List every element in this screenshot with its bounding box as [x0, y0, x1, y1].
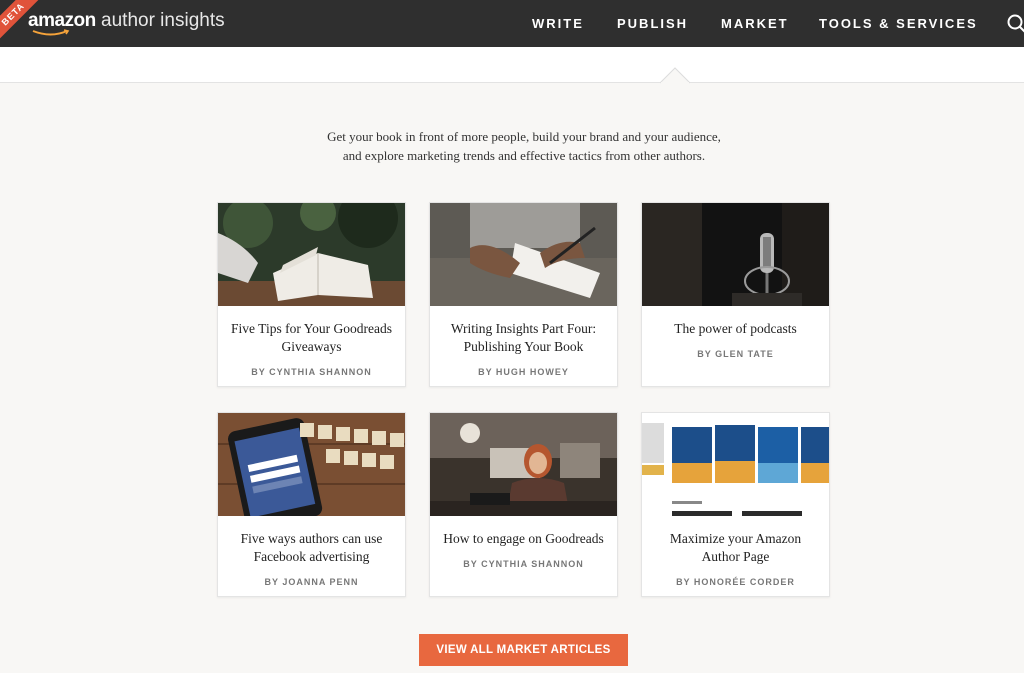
nav-tools-services[interactable]: TOOLS & SERVICES [819, 16, 978, 31]
facebook-phone-photo [218, 413, 405, 516]
section-intro: Get your book in front of more people, b… [0, 127, 1024, 165]
article-card[interactable]: Maximize your Amazon Author Page BY HONO… [641, 412, 830, 597]
nav-publish[interactable]: PUBLISH [617, 16, 688, 31]
woman-laptop-photo [430, 413, 617, 516]
studio-microphone-photo [642, 203, 829, 306]
article-author: BY CYNTHIA SHANNON [251, 367, 372, 377]
intro-line-1: Get your book in front of more people, b… [327, 129, 721, 144]
article-title[interactable]: Five ways authors can use Facebook adver… [226, 530, 397, 566]
article-title[interactable]: Five Tips for Your Goodreads Giveaways [226, 320, 397, 356]
top-navigation-bar: BETA amazon author insights WRITE PUBLIS… [0, 0, 1024, 47]
article-card[interactable]: Five Tips for Your Goodreads Giveaways B… [217, 202, 406, 387]
article-author: BY HONORÉE CORDER [676, 577, 795, 587]
intro-line-2: and explore marketing trends and effecti… [342, 148, 706, 163]
article-title[interactable]: How to engage on Goodreads [438, 530, 609, 548]
amazon-author-insights-logo[interactable]: amazon author insights [28, 9, 225, 36]
article-card[interactable]: Five ways authors can use Facebook adver… [217, 412, 406, 597]
nav-market[interactable]: MARKET [721, 16, 789, 31]
article-author: BY JOANNA PENN [264, 577, 359, 587]
active-section-indicator [660, 67, 690, 84]
logo-brand: amazon [28, 10, 96, 31]
logo-suffix: author insights [101, 10, 225, 31]
open-book-photo [218, 203, 405, 306]
article-author: BY CYNTHIA SHANNON [463, 559, 584, 569]
view-all-market-articles-button[interactable]: VIEW ALL MARKET ARTICLES [419, 634, 628, 666]
article-title[interactable]: The power of podcasts [650, 320, 821, 338]
article-card[interactable]: The power of podcasts BY GLEN TATE [641, 202, 830, 387]
article-author: BY HUGH HOWEY [478, 367, 569, 377]
author-page-screenshot [642, 413, 829, 516]
writing-notebook-photo [430, 203, 617, 306]
article-title[interactable]: Maximize your Amazon Author Page [650, 530, 821, 566]
nav-write[interactable]: WRITE [532, 16, 584, 31]
article-author: BY GLEN TATE [697, 349, 774, 359]
article-card[interactable]: Writing Insights Part Four: Publishing Y… [429, 202, 618, 387]
article-card[interactable]: How to engage on Goodreads BY CYNTHIA SH… [429, 412, 618, 597]
amazon-smile-icon [32, 29, 70, 36]
search-icon[interactable] [1006, 13, 1024, 35]
article-title[interactable]: Writing Insights Part Four: Publishing Y… [438, 320, 609, 356]
sub-navigation-bar [0, 47, 1024, 83]
